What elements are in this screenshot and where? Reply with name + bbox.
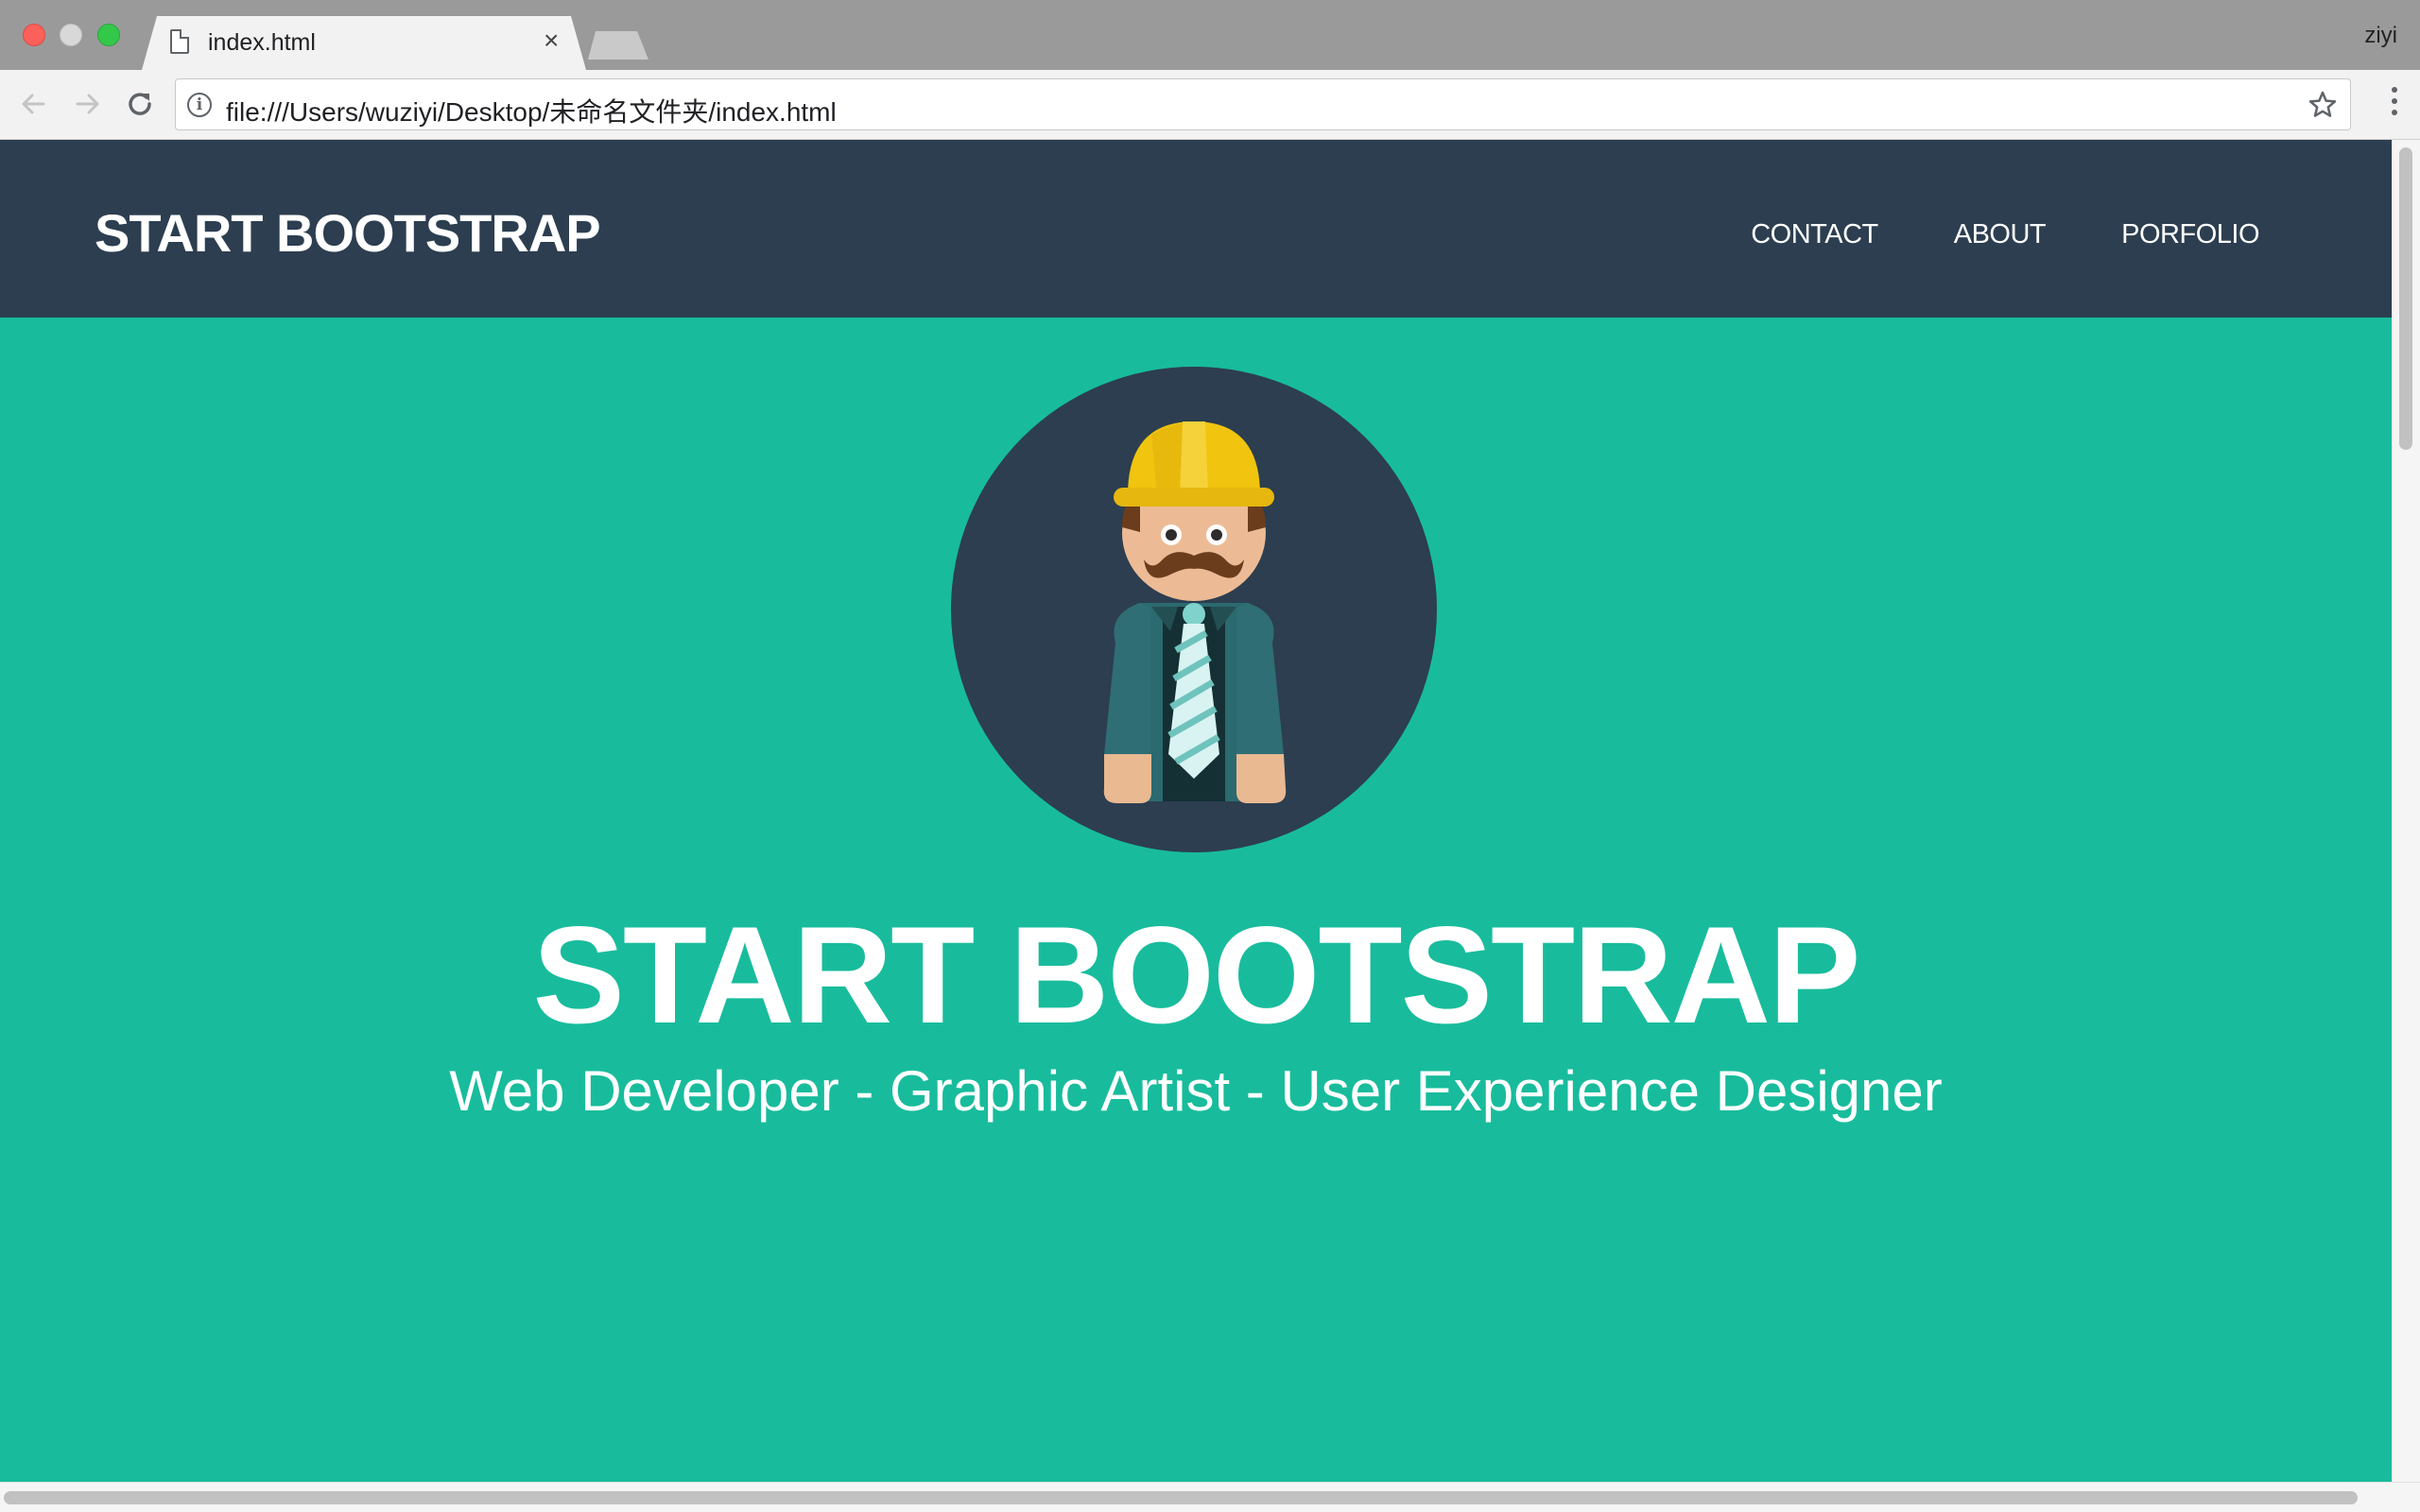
- page-viewport: START BOOTSTRAP CONTACT ABOUT PORFOLIO S…: [0, 140, 2392, 1482]
- site-info-icon[interactable]: i: [187, 93, 212, 117]
- horizontal-scroll-thumb[interactable]: [4, 1491, 2358, 1504]
- browser-titlebar: index.html × ziyi: [0, 0, 2420, 70]
- profile-name[interactable]: ziyi: [2364, 23, 2397, 49]
- hero-subtitle: Web Developer - Graphic Artist - User Ex…: [449, 1059, 1943, 1123]
- arrow-left-icon[interactable]: [15, 85, 53, 123]
- window-minimize-button[interactable]: [60, 24, 82, 46]
- window-maximize-button[interactable]: [97, 24, 120, 46]
- construction-worker-avatar-icon: [951, 367, 1437, 852]
- brand-logo-link[interactable]: START BOOTSTRAP: [95, 202, 601, 264]
- document-icon: [170, 29, 189, 54]
- window-close-button[interactable]: [23, 24, 45, 46]
- tab-close-icon[interactable]: ×: [544, 27, 559, 54]
- nav-link-porfolio[interactable]: PORFOLIO: [2121, 219, 2259, 250]
- vertical-dots-menu-icon[interactable]: [2390, 87, 2399, 125]
- arrow-right-icon[interactable]: [68, 85, 106, 123]
- tab-title: index.html: [208, 29, 316, 56]
- star-icon[interactable]: [2307, 89, 2339, 121]
- url-text[interactable]: file:///Users/wuziyi/Desktop/未命名文件夹/inde…: [226, 92, 837, 129]
- nav-menu: CONTACT ABOUT PORFOLIO: [1675, 219, 2259, 250]
- site-navbar: START BOOTSTRAP CONTACT ABOUT PORFOLIO: [0, 140, 2392, 318]
- vertical-scrollbar[interactable]: [2392, 140, 2420, 1482]
- nav-link-contact[interactable]: CONTACT: [1751, 219, 1878, 250]
- address-bar[interactable]: i file:///Users/wuziyi/Desktop/未命名文件夹/in…: [175, 78, 2351, 130]
- reload-icon[interactable]: [121, 85, 159, 123]
- browser-toolbar: i file:///Users/wuziyi/Desktop/未命名文件夹/in…: [0, 70, 2420, 140]
- browser-tab-active[interactable]: index.html ×: [142, 16, 586, 70]
- hero-title: START BOOTSTRAP: [532, 898, 1861, 1052]
- vertical-scroll-thumb[interactable]: [2399, 147, 2412, 450]
- horizontal-scrollbar[interactable]: [0, 1482, 2420, 1512]
- nav-link-about[interactable]: ABOUT: [1954, 219, 2047, 250]
- new-tab-button[interactable]: [588, 31, 648, 60]
